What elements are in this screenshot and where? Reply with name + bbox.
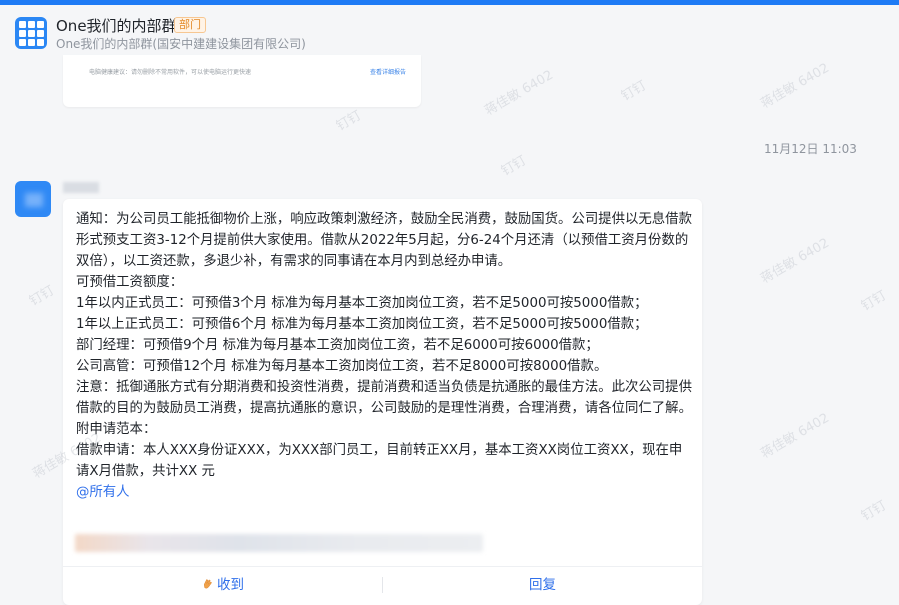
watermark: 蒋佳敏 6402: [758, 60, 832, 112]
watermark: 蒋佳敏 6402: [482, 67, 556, 119]
message-paragraph-notice: 通知：为公司员工能抵御物价上涨，响应政策刺激经济，鼓励全民消费，鼓励国货。公司提…: [76, 212, 692, 269]
message-paragraph-note: 注意：抵御通胀方式有分期消费和投资性消费，提前消费和适当负债是抗通胀的最佳方法。…: [76, 380, 692, 416]
previous-card-link[interactable]: 查看详细报告: [370, 67, 406, 76]
watermark: 钉钉: [858, 498, 890, 525]
received-label: 收到: [217, 577, 244, 593]
watermark: 钉钉: [858, 288, 890, 315]
message-paragraph-quota-manager: 部门经理：可预借9个月 标准为每月基本工资加岗位工资，若不足6000可按6000…: [76, 338, 599, 353]
mention-all-link[interactable]: @所有人: [76, 485, 130, 500]
watermark: 蒋佳敏 6402: [758, 410, 832, 462]
message-paragraph-template: 借款申请：本人XXX身份证XXX，为XXX部门员工，目前转正XX月，基本工资XX…: [76, 443, 683, 479]
watermark: 蒋佳敏 6402: [758, 235, 832, 287]
message-timestamp: 11月12日 11:03: [764, 142, 857, 156]
chat-title[interactable]: One我们的内部群: [56, 15, 177, 36]
department-badge: 部门: [174, 17, 206, 33]
reply-label: 回复: [529, 577, 556, 593]
chat-header: One我们的内部群 部门 One我们的内部群(国安中建建设集团有限公司): [0, 5, 899, 55]
sender-avatar[interactable]: [15, 181, 51, 217]
sender-name-redacted: [63, 182, 99, 193]
message-paragraph-quota-over-1y: 1年以上正式员工：可预借6个月 标准为每月基本工资加岗位工资，若不足5000可按…: [76, 317, 648, 332]
message-body: 通知：为公司员工能抵御物价上涨，响应政策刺激经济，鼓励全民消费，鼓励国货。公司提…: [76, 209, 694, 503]
previous-card-text: 电脑健康建议：请勿删除不常用软件，可以使电脑运行更快速: [89, 69, 252, 76]
previous-message-card[interactable]: 电脑健康建议：请勿删除不常用软件，可以使电脑运行更快速 查看详细报告: [63, 55, 421, 107]
message-paragraph-quota-executive: 公司高管：可预借12个月 标准为每月基本工资加岗位工资，若不足8000可按800…: [76, 359, 608, 374]
received-button[interactable]: 收到: [63, 567, 382, 603]
message-paragraph-template-heading: 附申请范本：: [76, 422, 157, 437]
watermark: 钉钉: [498, 153, 530, 180]
message-bubble: 通知：为公司员工能抵御物价上涨，响应政策刺激经济，鼓励全民消费，鼓励国货。公司提…: [63, 199, 702, 605]
message-paragraph-quota-under-1y: 1年以内正式员工：可预借3个月 标准为每月基本工资加岗位工资，若不足5000可按…: [76, 296, 648, 311]
group-avatar-icon[interactable]: [15, 17, 47, 49]
clap-icon: [203, 579, 212, 589]
chat-subtitle: One我们的内部群(国安中建建设集团有限公司): [56, 37, 306, 51]
watermark: 钉钉: [26, 283, 58, 310]
watermark: 钉钉: [333, 108, 365, 135]
message-paragraph-quota-heading: 可预借工资额度：: [76, 275, 184, 290]
watermark: 钉钉: [618, 78, 650, 105]
reply-button[interactable]: 回复: [383, 567, 702, 603]
redacted-link[interactable]: [75, 534, 483, 552]
